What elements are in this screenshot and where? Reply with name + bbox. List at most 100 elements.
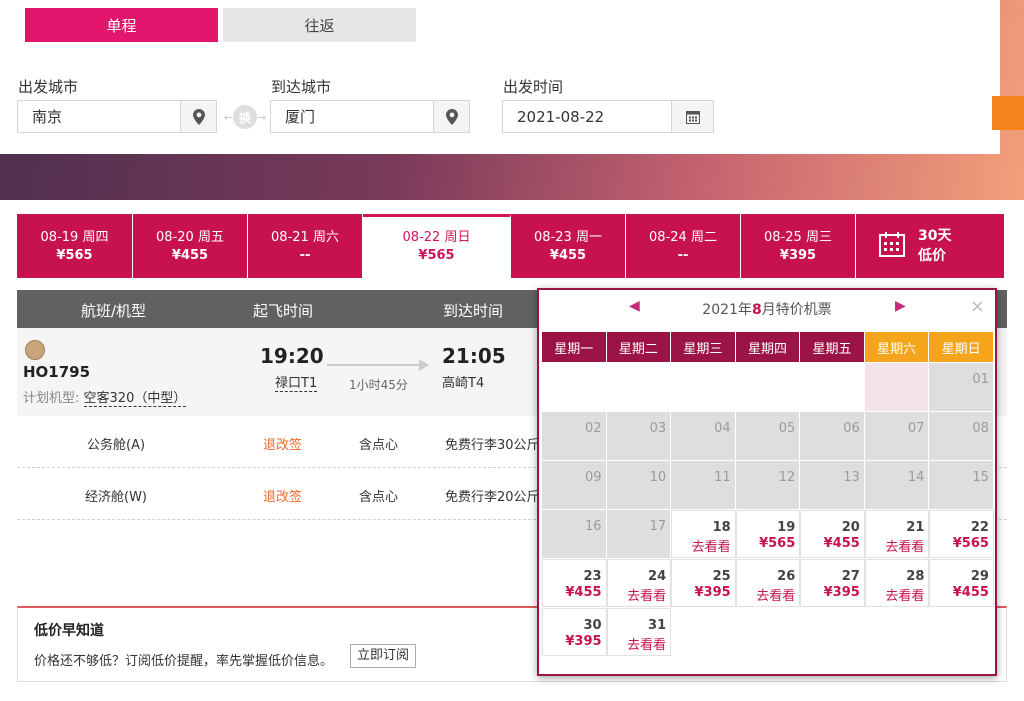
calendar-day-price[interactable]: ¥395 <box>801 585 860 600</box>
weekday-label: 星期五 <box>800 332 865 362</box>
calendar-day-price[interactable]: ¥455 <box>543 585 601 600</box>
calendar-day[interactable]: 25 ¥395 <box>671 559 736 607</box>
calendar-day-number: 29 <box>970 569 989 584</box>
from-city-value[interactable]: 南京 <box>18 106 180 127</box>
calendar-day[interactable]: 18 去看看 <box>671 510 736 558</box>
departure-airport[interactable]: 禄口T1 <box>275 372 318 392</box>
date-tab[interactable]: 08-21 周六 -- <box>248 214 363 278</box>
calendar-week-row: 01 <box>542 362 994 411</box>
calendar-day-price[interactable]: 去看看 <box>608 585 666 604</box>
calendar-day[interactable]: 24 去看看 <box>606 559 672 607</box>
calendar-empty-cell <box>542 363 607 411</box>
calendar-day-number: 30 <box>583 618 602 633</box>
calendar-day-number: 27 <box>841 569 860 584</box>
calendar-day[interactable]: 26 去看看 <box>735 559 801 607</box>
calendar-day: 14 <box>864 461 930 509</box>
thirty-day-lowprice-tab[interactable]: 30天 低价 <box>856 214 1004 278</box>
header-arrive: 到达时间 <box>443 302 504 320</box>
arrow-left-icon: ← <box>223 110 233 124</box>
calendar-day-number: 04 <box>714 421 731 436</box>
weekday-label: 星期二 <box>606 332 672 362</box>
date-tab-price: ¥455 <box>549 248 587 263</box>
meal-info: 含点心 <box>359 438 399 453</box>
calendar-title-suffix: 月特价机票 <box>761 302 832 318</box>
calendar-day-number: 01 <box>972 372 989 387</box>
date-tab-selected[interactable]: 08-22 周日 ¥565 <box>363 214 511 278</box>
date-tab[interactable]: 08-23 周一 ¥455 <box>511 214 626 278</box>
calendar-day[interactable]: 31 去看看 <box>606 608 672 656</box>
to-city-value[interactable]: 厦门 <box>271 106 433 127</box>
calendar-day[interactable]: 29 ¥455 <box>929 559 994 607</box>
swap-cities-button[interactable]: ← 换 → <box>222 104 268 130</box>
calendar-day-price[interactable]: ¥455 <box>801 536 860 551</box>
calendar-day[interactable]: 21 去看看 <box>864 510 930 558</box>
close-icon[interactable]: × <box>970 296 985 317</box>
calendar-day[interactable]: 27 ¥395 <box>800 559 865 607</box>
from-city-field[interactable]: 南京 <box>17 100 217 133</box>
calendar-day-price[interactable]: 去看看 <box>672 536 731 555</box>
plane-type-value[interactable]: 空客320（中型） <box>83 391 187 407</box>
refund-link[interactable]: 退改签 <box>263 434 302 453</box>
calendar-day-number: 11 <box>714 470 731 485</box>
tab-one-way[interactable]: 单程 <box>25 8 218 42</box>
date-tab-date: 08-23 周一 <box>534 230 602 245</box>
calendar-day[interactable]: 19 ¥565 <box>735 510 801 558</box>
calendar-day: 09 <box>542 461 607 509</box>
calendar-day-price[interactable]: ¥565 <box>930 536 989 551</box>
location-pin-icon[interactable] <box>180 101 216 132</box>
calendar-day[interactable]: 23 ¥455 <box>542 559 607 607</box>
calendar-day-price[interactable]: 去看看 <box>737 585 795 604</box>
calendar-day: 04 <box>671 412 736 460</box>
calendar-day[interactable]: 22 ¥565 <box>929 510 994 558</box>
calendar-day-number: 25 <box>712 569 731 584</box>
calendar-day: 08 <box>929 412 994 460</box>
calendar-week-row: 02 03 04 05 06 07 08 <box>542 411 994 460</box>
date-field[interactable]: 2021-08-22 <box>502 100 714 133</box>
date-tab[interactable]: 08-25 周三 ¥395 <box>741 214 856 278</box>
refund-link[interactable]: 退改签 <box>263 486 302 505</box>
calendar-day-price[interactable]: ¥455 <box>930 585 989 600</box>
calendar-empty-cell <box>671 608 736 656</box>
calendar-day-price[interactable]: 去看看 <box>866 585 924 604</box>
date-tab-price: ¥395 <box>779 248 817 263</box>
calendar-day[interactable]: 20 ¥455 <box>800 510 865 558</box>
tab-round-trip[interactable]: 往返 <box>223 8 416 42</box>
arrival-airport: 高崎T4 <box>442 376 485 391</box>
flight-arrow-icon <box>327 359 429 371</box>
calendar-day[interactable]: 30 ¥395 <box>542 608 607 656</box>
date-tab-price: ¥565 <box>56 248 93 263</box>
calendar-day[interactable]: 28 去看看 <box>864 559 930 607</box>
airline-logo-icon <box>25 340 45 360</box>
calendar-icon[interactable] <box>671 101 713 132</box>
calendar-day-number: 26 <box>777 569 796 584</box>
date-tab[interactable]: 08-19 周四 ¥565 <box>17 214 133 278</box>
calendar-day-price[interactable]: ¥565 <box>737 536 795 551</box>
calendar-empty-cell <box>800 363 865 411</box>
calendar-week-row: 16 17 18 去看看 19 ¥565 20 ¥455 21 去看看 22 ¥565 <box>542 509 994 558</box>
calendar-day: 12 <box>735 461 801 509</box>
calendar-day-price[interactable]: ¥395 <box>672 585 731 600</box>
to-city-field[interactable]: 厦门 <box>270 100 470 133</box>
date-value[interactable]: 2021-08-22 <box>503 108 671 126</box>
date-tab[interactable]: 08-24 周二 -- <box>626 214 741 278</box>
calendar-empty-cell <box>606 363 672 411</box>
subscribe-button[interactable]: 立即订阅 <box>350 644 417 668</box>
calendar-day-price[interactable]: 去看看 <box>866 536 924 555</box>
calendar-day-number: 22 <box>970 520 989 535</box>
calendar-day-number: 18 <box>712 520 731 535</box>
cabin-name: 经济舱(W) <box>85 490 147 505</box>
calendar-day-number: 20 <box>841 520 860 535</box>
calendar-empty-cell <box>671 363 736 411</box>
calendar-day: 06 <box>800 412 865 460</box>
calendar-day-price[interactable]: 去看看 <box>608 634 666 653</box>
date-tab[interactable]: 08-20 周五 ¥455 <box>133 214 248 278</box>
location-pin-icon[interactable] <box>433 101 469 132</box>
calendar-day-number: 03 <box>649 421 667 436</box>
next-month-icon[interactable]: ▶ <box>895 298 906 314</box>
calendar-day: 10 <box>606 461 672 509</box>
calendar-day: 11 <box>671 461 736 509</box>
weekday-label: 星期六 <box>864 332 930 362</box>
calendar-day-price[interactable]: ¥395 <box>543 634 601 649</box>
calendar-day-number: 13 <box>843 470 860 485</box>
search-button[interactable] <box>992 96 1024 130</box>
